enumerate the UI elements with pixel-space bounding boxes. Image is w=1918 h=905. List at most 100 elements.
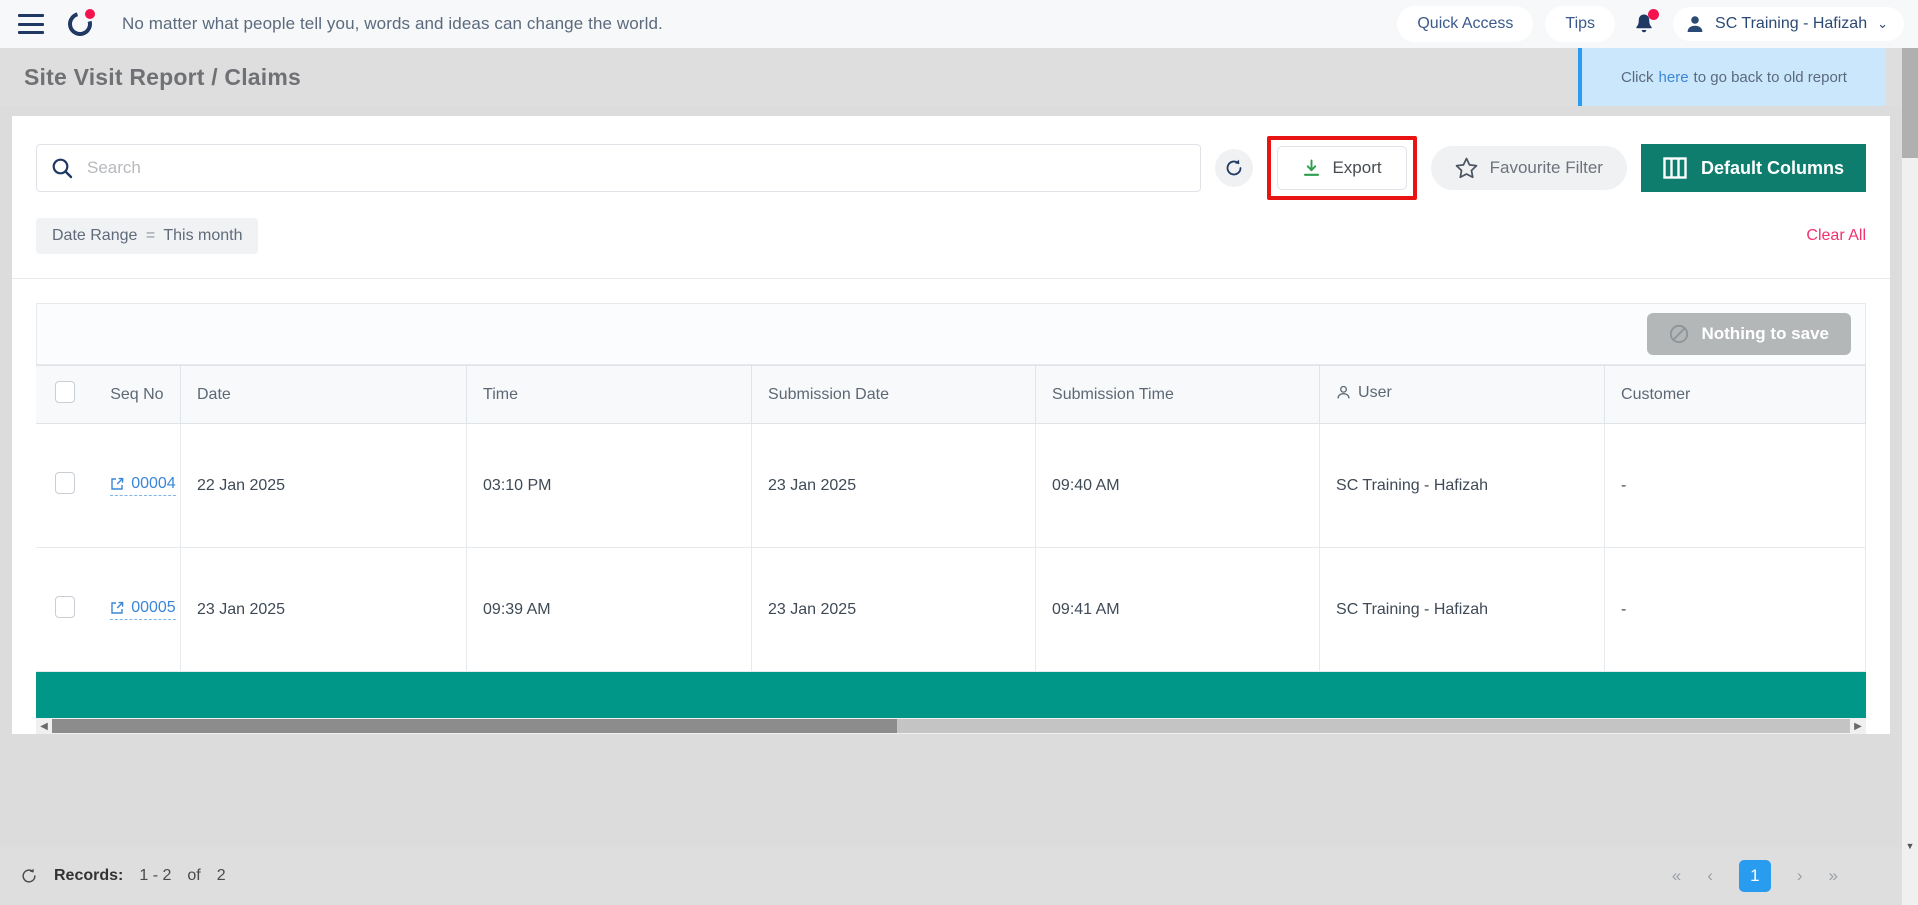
top-navigation-bar: No matter what people tell you, words an… [0, 0, 1918, 48]
user-name-label: SC Training - Hafizah [1715, 15, 1868, 32]
records-label: Records: [54, 867, 124, 884]
page-footer: Records: 1 - 2 of 2 « ‹ 1 › » [0, 847, 1918, 905]
column-header-time[interactable]: Time [466, 365, 753, 424]
seq-no-value: 00005 [131, 599, 176, 616]
horizontal-scroll-track[interactable] [52, 719, 1850, 733]
old-report-suffix: to go back to old report [1693, 68, 1847, 86]
records-total: 2 [216, 867, 226, 884]
cell-time: 03:10 PM [466, 423, 753, 548]
favourite-filter-label: Favourite Filter [1489, 158, 1603, 177]
cell-user: SC Training - Hafizah [1319, 547, 1606, 672]
refresh-records-icon[interactable] [20, 867, 38, 885]
row-checkbox[interactable] [55, 596, 76, 618]
select-all-checkbox[interactable] [55, 381, 76, 403]
old-report-link[interactable]: here [1659, 69, 1689, 86]
cell-customer: - [1604, 547, 1866, 672]
table-body: 00004 22 Jan 2025 03:10 PM 23 Jan 2025 0… [36, 423, 1866, 672]
cell-seq-no: 00005 [94, 547, 182, 672]
column-header-customer[interactable]: Customer [1604, 365, 1866, 424]
cell-time: 09:39 AM [466, 547, 753, 672]
data-table-wrapper: Seq No Date Time Submission Date Submiss… [36, 365, 1866, 672]
page-header: Site Visit Report / Claims Click here to… [0, 48, 1918, 106]
table-header: Seq No Date Time Submission Date Submiss… [36, 365, 1866, 424]
scroll-down-arrow[interactable]: ▼ [1902, 841, 1918, 857]
default-columns-label: Default Columns [1700, 157, 1844, 178]
hamburger-menu-icon[interactable] [18, 14, 44, 34]
filter-chip-field: Date Range [52, 227, 138, 244]
top-nav-right-group: Quick Access Tips SC Training - Hafizah … [1397, 6, 1904, 42]
brand-logo-icon[interactable] [63, 7, 97, 41]
pagination-prev-button[interactable]: ‹ [1707, 866, 1713, 886]
cell-date: 23 Jan 2025 [180, 547, 468, 672]
columns-icon [1663, 157, 1687, 179]
toolbar: Export Favourite Filter Default Columns [12, 116, 1890, 218]
column-header-submission-time[interactable]: Submission Time [1035, 365, 1321, 424]
chevron-down-icon: ⌄ [1877, 16, 1888, 31]
quick-access-button[interactable]: Quick Access [1397, 6, 1534, 42]
table-row[interactable]: 00005 23 Jan 2025 09:39 AM 23 Jan 2025 0… [36, 547, 1866, 672]
hamburger-line [18, 14, 44, 17]
row-checkbox[interactable] [55, 472, 76, 494]
column-header-user[interactable]: User [1319, 365, 1606, 424]
export-label: Export [1332, 158, 1382, 177]
column-header-date[interactable]: Date [180, 365, 468, 424]
cell-submission-time: 09:41 AM [1035, 547, 1321, 672]
cell-submission-date: 23 Jan 2025 [751, 547, 1037, 672]
filter-chip-date-range[interactable]: Date Range = This month [36, 218, 259, 254]
no-entry-icon [1670, 324, 1689, 344]
external-link-icon [111, 601, 124, 614]
download-icon [1304, 159, 1320, 176]
data-table: Seq No Date Time Submission Date Submiss… [36, 365, 1866, 672]
filter-chip-operator: = [145, 227, 156, 244]
pagination-next-button[interactable]: › [1797, 866, 1803, 886]
page-title: Site Visit Report / Claims [24, 63, 302, 90]
user-column-header-group: User [1336, 384, 1392, 402]
nothing-to-save-button: Nothing to save [1647, 313, 1851, 355]
column-header-submission-date[interactable]: Submission Date [751, 365, 1037, 424]
favourite-filter-button[interactable]: Favourite Filter [1430, 146, 1627, 190]
cell-seq-no: 00004 [94, 423, 182, 548]
table-header-row: Seq No Date Time Submission Date Submiss… [36, 365, 1866, 424]
hamburger-line [18, 22, 44, 26]
cell-user: SC Training - Hafizah [1319, 423, 1606, 548]
nothing-to-save-label: Nothing to save [1701, 324, 1829, 343]
vertical-scroll-thumb[interactable] [1902, 48, 1918, 158]
hamburger-line [18, 31, 44, 34]
export-highlight-box: Export [1267, 136, 1417, 200]
content-card: Export Favourite Filter Default Columns … [12, 116, 1890, 734]
scroll-right-arrow[interactable]: ▶ [1850, 721, 1866, 732]
old-report-banner: Click here to go back to old report [1578, 48, 1886, 106]
cell-submission-time: 09:40 AM [1035, 423, 1321, 548]
tagline-text: No matter what people tell you, words an… [122, 14, 663, 33]
tips-button[interactable]: Tips [1545, 6, 1616, 42]
seq-no-link[interactable]: 00004 [110, 475, 176, 496]
column-header-seq-no[interactable]: Seq No [94, 365, 182, 424]
export-button[interactable]: Export [1277, 146, 1407, 190]
horizontal-scrollbar[interactable]: ◀ ▶ [36, 718, 1866, 734]
records-range: 1 - 2 [139, 867, 172, 884]
cell-date: 22 Jan 2025 [180, 423, 468, 548]
search-input[interactable] [87, 158, 1187, 178]
row-select-cell [36, 547, 95, 672]
refresh-icon [1227, 159, 1242, 176]
table-footer-bar [36, 672, 1866, 718]
scroll-left-arrow[interactable]: ◀ [36, 721, 52, 732]
old-report-prefix: Click [1621, 68, 1654, 86]
column-header-user-label: User [1358, 383, 1392, 401]
refresh-button[interactable] [1215, 149, 1254, 187]
vertical-scrollbar[interactable]: ▼ [1902, 48, 1918, 905]
seq-no-link[interactable]: 00005 [110, 599, 176, 620]
pagination-page-1[interactable]: 1 [1738, 860, 1771, 892]
default-columns-button[interactable]: Default Columns [1640, 144, 1866, 192]
table-row[interactable]: 00004 22 Jan 2025 03:10 PM 23 Jan 2025 0… [36, 423, 1866, 548]
search-box[interactable] [36, 144, 1202, 192]
pagination: « ‹ 1 › » [1672, 860, 1898, 892]
filter-chip-value: This month [163, 227, 243, 244]
filter-bar: Date Range = This month Clear All [12, 218, 1890, 279]
horizontal-scroll-thumb[interactable] [52, 719, 898, 733]
pagination-last-button[interactable]: » [1829, 866, 1838, 886]
clear-all-button[interactable]: Clear All [1806, 227, 1866, 245]
user-menu-button[interactable]: SC Training - Hafizah ⌄ [1673, 7, 1904, 41]
pagination-first-button[interactable]: « [1672, 866, 1681, 886]
notifications-bell-icon[interactable] [1627, 7, 1661, 41]
